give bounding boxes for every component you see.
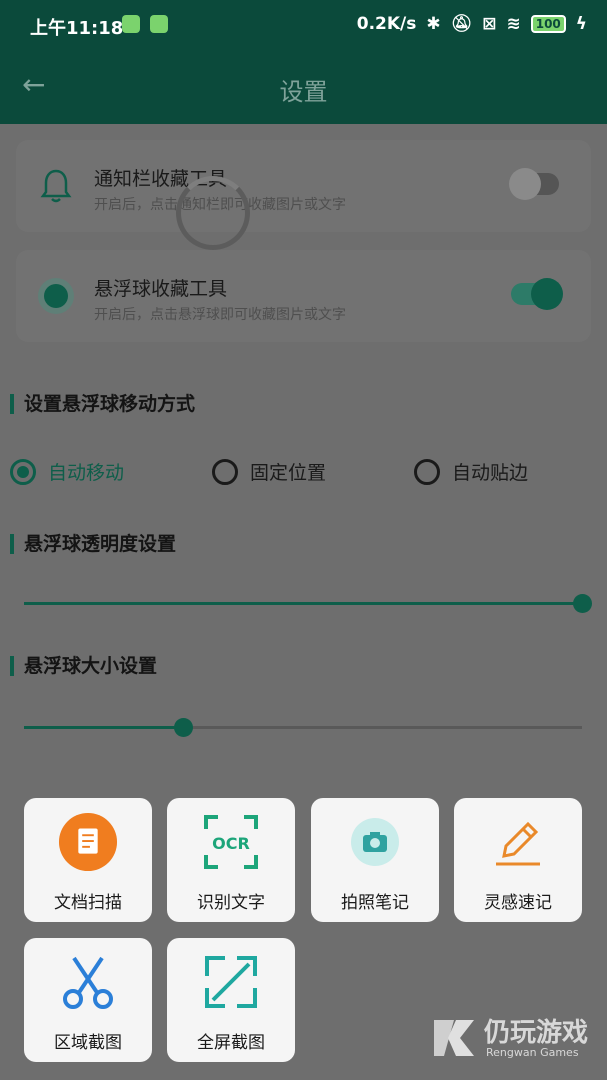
status-right: 0.2K/s ✱ 🔕︎ ⊠ ≋ 100 ϟ — [357, 14, 587, 34]
tile-document-scan[interactable]: 文档扫描 — [24, 798, 152, 922]
tile-inspiration-note[interactable]: 灵感速记 — [454, 798, 582, 922]
document-scan-icon — [58, 812, 118, 872]
radio-auto-move[interactable]: 自动移动 — [10, 458, 124, 485]
android-icon — [122, 15, 140, 33]
battery-icon: 100 — [530, 15, 566, 33]
mute-icon: 🔕︎ — [450, 14, 473, 34]
float-ball-tool-card: 悬浮球收藏工具 开启后，点击悬浮球即可收藏图片或文字 — [16, 250, 591, 342]
slider-thumb[interactable] — [174, 718, 194, 737]
title-bar: ← 设置 — [0, 50, 607, 124]
sim-icon: ⊠ — [482, 14, 497, 34]
ocr-icon: OCR — [201, 812, 261, 872]
watermark-title: 仍玩游戏 — [484, 1018, 589, 1048]
network-speed: 0.2K/s — [356, 14, 417, 34]
status-time: 上午11:18 — [30, 18, 124, 39]
toggle-knob — [531, 278, 563, 310]
fullscreen-icon — [201, 952, 261, 1012]
slider-thumb[interactable] — [573, 594, 592, 613]
radio-label: 自动贴边 — [452, 462, 529, 484]
tile-fullscreen-screenshot[interactable]: 全屏截图 — [167, 938, 295, 1062]
svg-text:OCR: OCR — [212, 834, 250, 853]
camera-icon — [345, 812, 405, 872]
float-ball-tool-desc: 开启后，点击悬浮球即可收藏图片或文字 — [94, 307, 346, 323]
float-ball-icon — [38, 278, 74, 314]
radio-button[interactable] — [10, 458, 36, 485]
bluetooth-icon: ✱ — [426, 14, 441, 34]
float-ball-tool-title: 悬浮球收藏工具 — [94, 278, 228, 300]
tile-label: 灵感速记 — [484, 893, 552, 913]
status-bar: 上午11:18 0.2K/s ✱ 🔕︎ ⊠ ≋ 100 ϟ — [0, 0, 607, 50]
loading-spinner-icon — [176, 176, 250, 250]
tile-label: 拍照笔记 — [341, 893, 409, 913]
scissors-icon — [58, 952, 118, 1012]
tile-label: 区域截图 — [54, 1033, 122, 1053]
page-title: 设置 — [279, 78, 328, 106]
move-mode-title: 设置悬浮球移动方式 — [10, 394, 195, 414]
tile-label: 文档扫描 — [54, 893, 122, 913]
float-ball-tool-toggle[interactable] — [511, 278, 563, 310]
opacity-title: 悬浮球透明度设置 — [10, 534, 176, 554]
radio-auto-snap[interactable]: 自动贴边 — [414, 458, 528, 485]
radio-button[interactable] — [212, 458, 238, 485]
radio-button[interactable] — [414, 458, 440, 485]
slider-fill — [24, 726, 184, 729]
toggle-knob — [509, 168, 541, 200]
watermark-logo-icon — [434, 1020, 474, 1056]
notification-tool-card: 通知栏收藏工具 开启后，点击通知栏即可收藏图片或文字 — [16, 140, 591, 232]
radio-fixed-position[interactable]: 固定位置 — [212, 458, 326, 485]
opacity-slider[interactable] — [24, 594, 592, 613]
charging-icon: ϟ — [575, 14, 587, 34]
slider-fill — [24, 602, 582, 605]
tile-ocr[interactable]: OCR 识别文字 — [167, 798, 295, 922]
wifi-icon: ≋ — [506, 14, 521, 34]
tile-label: 全屏截图 — [197, 1033, 265, 1053]
notification-tool-toggle[interactable] — [509, 168, 559, 200]
radio-label: 自动移动 — [48, 462, 125, 484]
radio-label: 固定位置 — [250, 462, 327, 484]
watermark-subtitle: Rengwan Games — [486, 1046, 579, 1059]
size-title: 悬浮球大小设置 — [10, 656, 157, 676]
pencil-icon — [488, 812, 548, 872]
bell-icon — [40, 169, 72, 203]
tile-label: 识别文字 — [197, 893, 265, 913]
android-icon — [150, 15, 168, 33]
size-slider[interactable] — [24, 718, 582, 737]
tile-photo-note[interactable]: 拍照笔记 — [311, 798, 439, 922]
tile-region-screenshot[interactable]: 区域截图 — [24, 938, 152, 1062]
